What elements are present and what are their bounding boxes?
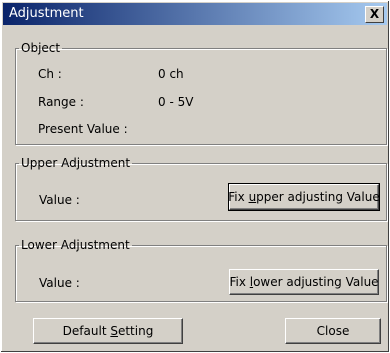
adjustment-dialog: Adjustment X Object Ch : 0 ch Range : 0 … xyxy=(0,0,390,353)
title-bar[interactable]: Adjustment X xyxy=(3,3,387,25)
fix-upper-button-accel: u xyxy=(248,190,257,204)
default-setting-label-start: Default xyxy=(62,324,111,338)
lower-adjustment-legend: Lower Adjustment xyxy=(21,238,130,252)
fix-lower-button-label-end: ower adjusting Value xyxy=(253,275,379,289)
fix-upper-button[interactable]: Fix u pper adjusting Value xyxy=(228,183,380,211)
upper-value-label: Value : xyxy=(39,193,80,207)
fix-lower-button-label-start: Fix xyxy=(229,275,250,289)
ch-label: Ch : xyxy=(38,67,62,81)
range-label: Range : xyxy=(38,95,84,109)
ch-value: 0 ch xyxy=(158,67,184,81)
fix-upper-button-label-start: Fix xyxy=(228,190,249,204)
close-button[interactable]: Close xyxy=(285,318,381,344)
close-icon[interactable]: X xyxy=(365,6,384,23)
upper-adjustment-legend: Upper Adjustment xyxy=(21,156,131,170)
lower-value-label: Value : xyxy=(39,276,80,290)
fix-upper-button-label-end: pper adjusting Value xyxy=(256,190,380,204)
default-setting-accel: S xyxy=(110,324,118,338)
fix-lower-button[interactable]: Fix l ower adjusting Value xyxy=(229,269,379,295)
range-value: 0 - 5V xyxy=(158,95,194,109)
window-title: Adjustment xyxy=(9,6,84,21)
object-group-legend: Object xyxy=(21,41,61,55)
present-value-label: Present Value : xyxy=(38,122,128,136)
default-setting-button[interactable]: Default Setting xyxy=(33,318,183,344)
default-setting-label-end: etting xyxy=(117,324,154,338)
